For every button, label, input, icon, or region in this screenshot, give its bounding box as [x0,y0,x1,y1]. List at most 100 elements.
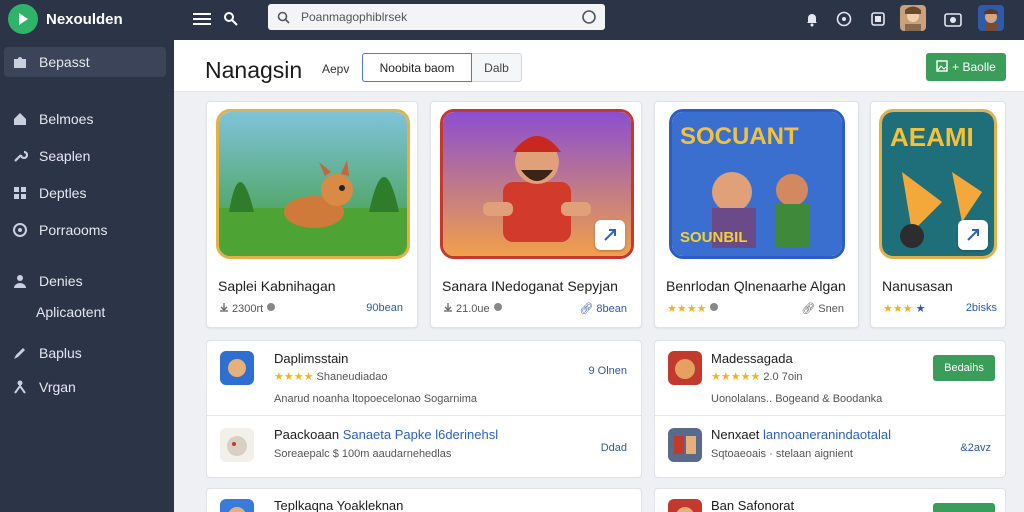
app-list-right: Madessagada ★★★★★ 2.0 7oin Bedaihs Uonol… [654,340,1006,478]
avatar[interactable] [900,5,926,31]
card-price-text: Snen [818,303,844,315]
app-action-link[interactable]: &2avz [960,442,991,454]
info-icon [493,302,503,315]
card-meta: ★★★★ [667,302,719,315]
featured-card[interactable]: SOCUANT SOUNBIL Benrlodan Qlnenaarhe Alg… [654,101,859,328]
app-name-link[interactable]: Sanaeta Papke l6derinehsl [343,427,498,442]
sidebar-item-baplus[interactable]: Baplus [0,338,174,368]
game-artwork [216,109,410,259]
app-action-link[interactable]: Ddad [601,442,627,454]
card-meta: 2300rt [219,302,276,315]
card-price[interactable]: 2bisks [966,302,997,314]
card-price[interactable]: 🔗︎ Snen [801,302,844,315]
sidebar-item-denies[interactable]: Denies [0,266,174,296]
sidebar-item-seaplen[interactable]: Seaplen [0,141,174,171]
app-list-right-more: Ban Safonorat [654,488,1006,512]
app-name: Madessagada [711,351,793,366]
sidebar-item-porraooms[interactable]: Porraooms [0,215,174,245]
featured-card[interactable]: Saplei Kabnihagan 2300rt 90bean [206,101,418,328]
app-name: Nexoulden [46,10,123,28]
user-icon [11,272,29,290]
rating-stars: ★★★★★ [711,371,761,383]
download-icon [219,302,229,315]
sidebar-item-vrgan[interactable]: Vrgan [0,372,174,402]
page-title: Nanagsin [205,57,303,83]
sidebar-item-label: Seaplen [39,148,91,164]
install-button[interactable]: Bedaihs [933,355,995,381]
add-button-label: + Baolle [952,60,996,74]
grid-icon [11,184,29,202]
window-icon[interactable] [867,8,889,30]
card-meta-text: 2300rt [232,302,264,315]
featured-card[interactable]: Sanara INedoganat Sepyjan 21.0ue 🔗︎ 8bea… [430,101,642,328]
refresh-icon[interactable] [581,9,597,30]
featured-card[interactable]: AEAMI Nanusasan ★★★ ★ 2bisks [870,101,1006,328]
card-meta: ★★★ ★ [883,302,925,315]
link-icon: 🔗︎ [579,303,597,315]
image-icon [936,59,948,75]
card-price-text: 8bean [596,303,627,315]
game-artwork [440,109,634,259]
add-button[interactable]: + Baolle [926,53,1006,81]
card-title: Sanara INedoganat Sepyjan [442,278,618,294]
card-price[interactable]: 90bean [366,302,403,314]
sidebar-item-label: Bepasst [39,54,90,70]
app-sub: Soreaepalc $ 100m aaudarnehedlas [274,448,452,460]
download-icon [443,302,453,315]
topbar [174,0,1024,40]
install-button[interactable] [933,503,995,512]
tool-icon[interactable] [220,8,242,30]
sidebar-item-bepasst[interactable]: Bepasst [4,47,166,77]
app-thumbnail [220,428,254,462]
list-item[interactable]: Ban Safonorat [655,489,1005,512]
app-list-left: Daplimsstain ★★★★ Shaneudiadao 9 Olnen A… [206,340,642,478]
info-icon [709,302,719,315]
list-item[interactable]: Paackoaan Sanaeta Papke l6derinehsl Sore… [207,416,641,477]
app-name-text: Paackoaan [274,427,340,442]
list-item[interactable]: Madessagada ★★★★★ 2.0 7oin Bedaihs Uonol… [655,341,1005,415]
app-sub: Sqtoaeoais · stelaan aignient [711,448,853,460]
game-artwork: SOCUANT SOUNBIL [669,109,845,259]
list-item[interactable]: Teplkaqna Yoakleknan [207,489,641,512]
brand[interactable]: Nexoulden [0,0,174,38]
card-meta-text: 21.0ue [456,302,490,315]
app-description: Anarud noanha ltopoecelonao Sogarnima [274,393,478,405]
menu-icon[interactable] [191,8,213,30]
sidebar-item-deptles[interactable]: Deptles [0,178,174,208]
list-item[interactable]: Daplimsstain ★★★★ Shaneudiadao 9 Olnen A… [207,341,641,415]
art-title-text: AEAMI [890,122,974,152]
app-sub: Shaneudiadao [316,371,388,383]
app-thumbnail [668,351,702,385]
sidebar-item-label: Belmoes [39,111,94,127]
app-thumbnail [668,499,702,512]
app-thumbnail [220,499,254,512]
search-input[interactable] [301,10,561,24]
sidebar-item-aplicaotent[interactable]: Aplicaotent [0,297,174,327]
app-rating: ★★★★★ 2.0 7oin [711,370,803,383]
camera-icon[interactable] [942,8,964,30]
sort-label: Aepv [322,62,350,76]
sidebar-item-belmoes[interactable]: Belmoes [0,104,174,134]
profile-avatar[interactable] [978,5,1004,31]
bell-icon[interactable] [801,8,823,30]
rating-stars: ★★★★ [667,303,707,315]
sidebar-item-label: Porraooms [39,222,108,238]
sidebar-item-label: Baplus [39,345,82,361]
play-logo-icon [8,4,38,34]
app-sub: 2.0 7oin [763,371,803,383]
view-option-b[interactable]: Dalb [472,53,522,82]
app-name: Nenxaet lannoaneranindaotalal [711,427,891,442]
app-thumbnail [220,351,254,385]
view-option-a[interactable]: Noobita baom [362,53,472,82]
art-subtitle-text: SOUNBIL [680,229,748,246]
list-item[interactable]: Nenxaet lannoaneranindaotalal Sqtoaeoais… [655,416,1005,477]
card-price[interactable]: 🔗︎ 8bean [579,302,627,315]
sidebar-item-label: Vrgan [39,379,76,395]
app-thumbnail [668,428,702,462]
app-price[interactable]: 9 Olnen [588,365,627,377]
help-icon[interactable] [833,8,855,30]
puzzle-icon [11,53,29,71]
search-bar[interactable] [268,4,605,30]
app-name-link[interactable]: lannoaneranindaotalal [763,427,891,442]
app-name: Ban Safonorat [711,498,795,512]
